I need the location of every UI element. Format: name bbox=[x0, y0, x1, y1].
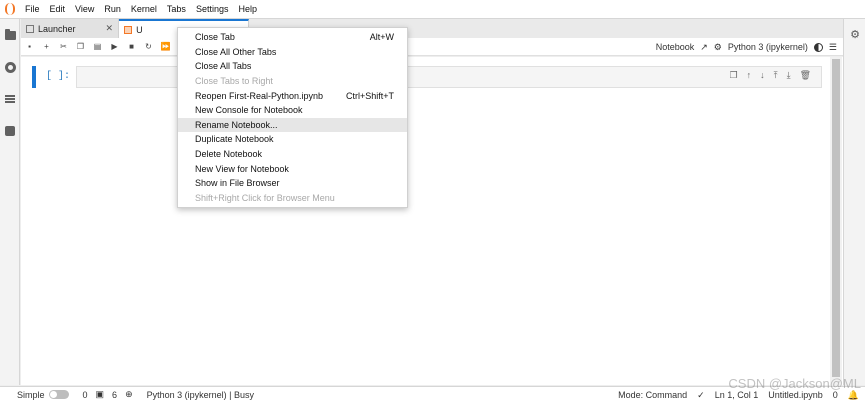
tab-bar: Launcher ✕ U bbox=[21, 19, 843, 38]
context-menu-item-label: Delete Notebook bbox=[195, 149, 263, 160]
save-icon[interactable]: ▪ bbox=[21, 38, 38, 56]
cut-icon[interactable]: ✂ bbox=[55, 38, 72, 56]
notification-count: 0 bbox=[832, 390, 838, 400]
context-menu-item[interactable]: Delete Notebook bbox=[178, 147, 407, 162]
kernel-status-icon bbox=[813, 42, 823, 52]
move-down-icon[interactable]: ↓ bbox=[760, 70, 765, 81]
context-menu-item-label: New View for Notebook bbox=[195, 163, 289, 174]
table-of-contents-icon[interactable] bbox=[0, 83, 20, 115]
notebook-panel: [ ]: ❐ ↑ ↓ ⤒ ⤓ 🗑 bbox=[21, 57, 843, 385]
code-cell[interactable]: [ ]: ❐ ↑ ↓ ⤒ ⤓ 🗑 bbox=[32, 66, 822, 88]
move-up-icon[interactable]: ↑ bbox=[747, 70, 752, 81]
context-menu-item-label: Close All Other Tabs bbox=[195, 46, 277, 57]
copy-icon[interactable]: ❐ bbox=[72, 38, 89, 56]
context-menu-item-shortcut: Alt+W bbox=[369, 32, 394, 43]
cell-collapser[interactable] bbox=[32, 66, 36, 88]
paste-icon[interactable]: ▤ bbox=[89, 38, 106, 56]
extension-puzzle-icon[interactable] bbox=[0, 115, 20, 147]
context-menu-item-label: Reopen First-Real-Python.ipynb bbox=[195, 90, 324, 101]
context-menu-item[interactable]: Rename Notebook... bbox=[178, 117, 407, 133]
context-menu-item-label: Rename Notebook... bbox=[195, 119, 278, 130]
context-menu-item-label: Close All Tabs bbox=[195, 61, 252, 72]
kernel-count: 6 bbox=[112, 389, 118, 400]
menu-icon[interactable]: ☰ bbox=[829, 42, 837, 53]
context-menu-item[interactable]: New View for Notebook bbox=[178, 161, 407, 176]
terminal-count: 0 bbox=[82, 389, 88, 400]
notebook-icon bbox=[124, 25, 133, 34]
duplicate-cell-icon[interactable]: ❐ bbox=[730, 70, 738, 81]
property-inspector-icon[interactable]: ⚙ bbox=[844, 19, 865, 49]
stop-icon[interactable]: ■ bbox=[123, 38, 140, 56]
menu-settings[interactable]: Settings bbox=[191, 0, 234, 19]
context-menu-item-label: New Console for Notebook bbox=[195, 105, 303, 116]
context-menu-item[interactable]: Close All Tabs bbox=[178, 59, 407, 74]
restart-icon[interactable]: ↻ bbox=[140, 38, 157, 56]
terminal-icon: ▣ bbox=[95, 389, 105, 399]
context-menu-item[interactable]: Reopen First-Real-Python.ipynb Ctrl+Shift… bbox=[178, 88, 407, 103]
run-icon[interactable]: ▶ bbox=[106, 38, 123, 56]
insert-above-icon[interactable]: ⤒ bbox=[774, 70, 778, 81]
left-sidebar bbox=[0, 19, 20, 385]
menu-help[interactable]: Help bbox=[233, 0, 262, 19]
insert-below-icon[interactable]: ⤓ bbox=[787, 70, 791, 81]
context-menu-item-label: Shift+Right Click for Browser Menu bbox=[195, 192, 335, 203]
tab-label: U bbox=[136, 24, 143, 35]
context-menu-item-label: Show in File Browser bbox=[195, 178, 280, 189]
notebook-toolbar: ▪ + ✂ ❐ ▤ ▶ ■ ↻ ⏩ Notebook ↗ ⚙ Python 3 … bbox=[21, 38, 843, 56]
file-name: Untitled.ipynb bbox=[768, 390, 823, 400]
context-menu-item: Shift+Right Click for Browser Menu bbox=[178, 191, 407, 206]
jupyter-logo-icon bbox=[0, 0, 20, 19]
right-sidebar: ⚙ bbox=[843, 19, 865, 385]
context-menu-item[interactable]: Show in File Browser bbox=[178, 176, 407, 191]
tab-label: Launcher bbox=[38, 23, 76, 34]
menu-tabs[interactable]: Tabs bbox=[162, 0, 191, 19]
mode-indicator: Mode: Command bbox=[618, 390, 688, 400]
kernel-settings-icon: ⚙ bbox=[713, 41, 722, 52]
context-menu-item-label: Close Tabs to Right bbox=[195, 76, 273, 87]
context-menu-item: Close Tabs to Right bbox=[178, 74, 407, 89]
context-menu-item-label: Duplicate Notebook bbox=[195, 134, 274, 145]
context-menu-item[interactable]: Close Tab Alt+W bbox=[178, 30, 407, 45]
menu-view[interactable]: View bbox=[70, 0, 99, 19]
running-kernels-icon[interactable] bbox=[0, 51, 20, 83]
tab-launcher[interactable]: Launcher ✕ bbox=[21, 19, 120, 38]
launcher-icon bbox=[26, 24, 34, 33]
vertical-scrollbar[interactable] bbox=[830, 57, 842, 385]
scrollbar-thumb[interactable] bbox=[832, 59, 840, 377]
add-cell-icon[interactable]: + bbox=[38, 38, 55, 56]
menubar: File Edit View Run Kernel Tabs Settings … bbox=[0, 0, 865, 19]
simple-mode-toggle[interactable] bbox=[48, 390, 69, 399]
kernel-name[interactable]: Python 3 (ipykernel) bbox=[728, 42, 808, 52]
context-menu-item-label: Close Tab bbox=[195, 32, 235, 43]
cell-toolbar: ❐ ↑ ↓ ⤒ ⤓ 🗑 bbox=[730, 70, 811, 81]
delete-cell-icon[interactable]: 🗑 bbox=[800, 70, 811, 81]
context-menu-item[interactable]: Duplicate Notebook bbox=[178, 132, 407, 147]
fast-forward-icon[interactable]: ⏩ bbox=[157, 38, 174, 56]
menu-file[interactable]: File bbox=[20, 0, 45, 19]
cursor-position[interactable]: Ln 1, Col 1 bbox=[715, 390, 759, 400]
cell-prompt: [ ]: bbox=[46, 71, 71, 82]
tab-context-menu: Close Tab Alt+W Close All Other Tabs Close … bbox=[177, 27, 408, 208]
kernel-status[interactable]: Python 3 (ipykernel) | Busy bbox=[147, 390, 254, 400]
simple-mode-label: Simple bbox=[17, 389, 45, 400]
context-menu-item[interactable]: New Console for Notebook bbox=[178, 103, 407, 118]
menu-kernel[interactable]: Kernel bbox=[126, 0, 162, 19]
folder-icon[interactable] bbox=[0, 19, 20, 51]
external-link-icon[interactable]: ↗ bbox=[700, 42, 708, 53]
menu-run[interactable]: Run bbox=[99, 0, 126, 19]
context-menu-item[interactable]: Close All Other Tabs bbox=[178, 45, 407, 60]
context-menu-item-shortcut: Ctrl+Shift+T bbox=[345, 90, 394, 101]
close-icon[interactable]: ✕ bbox=[106, 23, 114, 34]
watermark: CSDN @Jackson@ML bbox=[728, 376, 861, 391]
notebook-label[interactable]: Notebook bbox=[656, 42, 695, 52]
trusted-icon: ✓ bbox=[697, 389, 705, 400]
menu-edit[interactable]: Edit bbox=[45, 0, 71, 19]
kernel-sessions-icon: ⊕ bbox=[125, 389, 133, 399]
bell-icon[interactable]: 🔔 bbox=[848, 390, 859, 401]
